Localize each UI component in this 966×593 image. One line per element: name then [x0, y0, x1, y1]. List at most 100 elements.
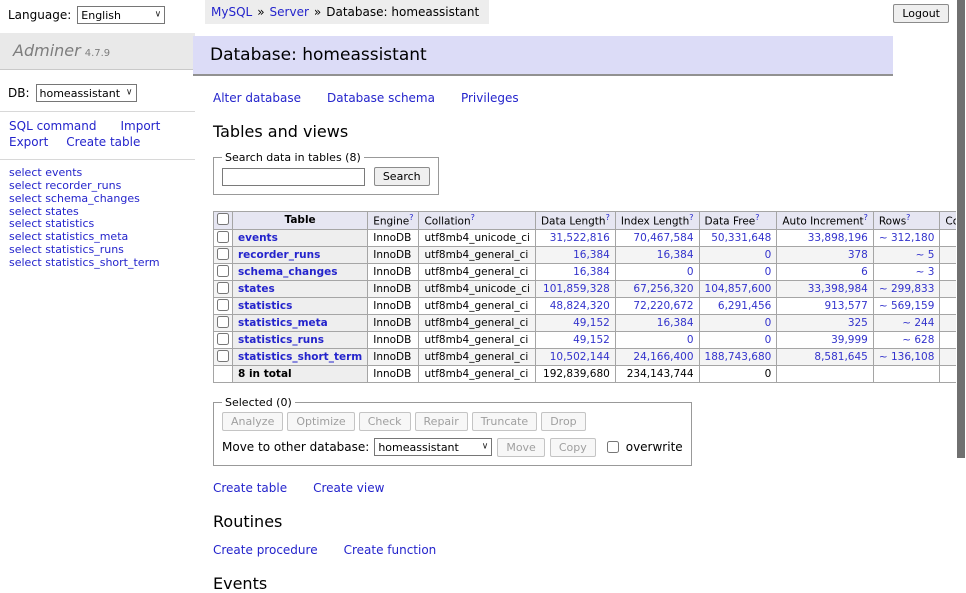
rows-count-link[interactable]: ~ 5	[916, 249, 935, 261]
table-name-link[interactable]: statistics_meta	[45, 230, 128, 243]
events-heading: Events	[213, 574, 912, 593]
table-link[interactable]: events	[238, 232, 278, 244]
data-length-cell: 16,384	[535, 246, 615, 263]
drop-button[interactable]: Drop	[541, 412, 585, 431]
table-link[interactable]: statistics_short_term	[238, 351, 362, 363]
create-function-link[interactable]: Create function	[344, 543, 437, 557]
rows-count-cell: ~ 628	[873, 331, 940, 348]
table-link[interactable]: schema_changes	[238, 266, 338, 278]
create-table-link[interactable]: Create table	[213, 481, 287, 495]
routine-links-row: Create procedure Create function	[213, 543, 912, 557]
table-name-link[interactable]: recorder_runs	[45, 179, 121, 192]
tables-and-views-heading: Tables and views	[213, 122, 912, 141]
table-link[interactable]: statistics_meta	[238, 317, 328, 329]
row-checkbox[interactable]	[217, 299, 229, 311]
select-link[interactable]: select	[9, 217, 42, 230]
help-link[interactable]: ?	[409, 213, 413, 222]
table-name-link[interactable]: statistics_runs	[45, 243, 124, 256]
table-name-link[interactable]: schema_changes	[45, 192, 140, 205]
breadcrumb-server-link[interactable]: Server	[270, 5, 309, 19]
import-link[interactable]: Import	[120, 119, 160, 133]
row-checkbox[interactable]	[217, 333, 229, 345]
table-link[interactable]: recorder_runs	[238, 249, 320, 261]
table-link[interactable]: statistics_runs	[238, 334, 324, 346]
sql-command-link[interactable]: SQL command	[9, 119, 96, 133]
sidebar-divider	[0, 159, 195, 160]
help-link[interactable]: ?	[606, 213, 610, 222]
help-link[interactable]: ?	[471, 213, 475, 222]
select-all-checkbox[interactable]	[217, 213, 229, 225]
table-row: statistics_short_term InnoDB utf8mb4_gen…	[214, 348, 966, 365]
engine-cell: InnoDB	[368, 280, 419, 297]
collation-cell: utf8mb4_unicode_ci	[419, 280, 535, 297]
help-link[interactable]: ?	[755, 213, 759, 222]
adminer-logo-link[interactable]: Adminer	[13, 41, 81, 60]
engine-cell: InnoDB	[368, 348, 419, 365]
optimize-button[interactable]: Optimize	[287, 412, 354, 431]
select-link[interactable]: select	[9, 243, 42, 256]
export-link[interactable]: Export	[9, 135, 48, 149]
analyze-button[interactable]: Analyze	[222, 412, 283, 431]
row-checkbox[interactable]	[217, 265, 229, 277]
copy-button[interactable]: Copy	[550, 438, 596, 457]
search-legend: Search data in tables (8)	[222, 151, 364, 164]
table-name-link[interactable]: states	[45, 205, 79, 218]
select-link[interactable]: select	[9, 256, 42, 269]
select-link[interactable]: select	[9, 166, 42, 179]
rows-count-link[interactable]: ~ 312,180	[879, 232, 935, 244]
select-link[interactable]: select	[9, 192, 42, 205]
rows-count-link[interactable]: ~ 244	[902, 317, 934, 329]
privileges-link[interactable]: Privileges	[461, 91, 519, 105]
table-link[interactable]: statistics	[238, 300, 292, 312]
row-checkbox[interactable]	[217, 248, 229, 260]
row-checkbox[interactable]	[217, 316, 229, 328]
data-length-cell: 31,522,816	[535, 229, 615, 246]
engine-cell: InnoDB	[368, 246, 419, 263]
search-input[interactable]	[222, 168, 365, 186]
row-checkbox-cell	[214, 263, 233, 280]
table-name-link[interactable]: statistics_short_term	[45, 256, 159, 269]
logout-button[interactable]: Logout	[893, 4, 949, 23]
rows-count-link[interactable]: ~ 136,108	[879, 351, 935, 363]
scrollbar-thumb[interactable]	[957, 0, 965, 458]
rows-count-link[interactable]: ~ 3	[916, 266, 935, 278]
table-name-cell: statistics_short_term	[233, 348, 368, 365]
row-checkbox[interactable]	[217, 350, 229, 362]
sidebar: Language: English Adminer4.7.9 DB: homea…	[0, 0, 195, 270]
index-length-cell: 72,220,672	[615, 297, 699, 314]
help-link[interactable]: ?	[864, 213, 868, 222]
select-link[interactable]: select	[9, 205, 42, 218]
table-name-link[interactable]: statistics	[45, 217, 94, 230]
help-link[interactable]: ?	[689, 213, 693, 222]
table-link[interactable]: states	[238, 283, 275, 295]
create-procedure-link[interactable]: Create procedure	[213, 543, 318, 557]
database-schema-link[interactable]: Database schema	[327, 91, 435, 105]
create-table-link-sidebar[interactable]: Create table	[66, 135, 140, 149]
truncate-button[interactable]: Truncate	[472, 412, 537, 431]
move-db-select[interactable]: homeassistant	[374, 438, 492, 456]
search-button[interactable]: Search	[374, 167, 430, 186]
auto-increment-cell: 33,398,984	[777, 280, 874, 297]
rows-count-link[interactable]: ~ 628	[902, 334, 934, 346]
col-header-label: Auto Increment	[782, 216, 863, 228]
row-checkbox[interactable]	[217, 231, 229, 243]
breadcrumb-mysql-link[interactable]: MySQL	[211, 5, 252, 19]
select-link[interactable]: select	[9, 179, 42, 192]
alter-database-link[interactable]: Alter database	[213, 91, 301, 105]
create-view-link[interactable]: Create view	[313, 481, 384, 495]
language-select[interactable]: English	[77, 6, 165, 24]
rows-count-cell: ~ 312,180	[873, 229, 940, 246]
col-header-data-length: Data Length?	[535, 212, 615, 230]
move-button[interactable]: Move	[497, 438, 545, 457]
overwrite-checkbox[interactable]	[607, 441, 619, 453]
db-select[interactable]: homeassistant	[36, 84, 137, 102]
check-button[interactable]: Check	[359, 412, 411, 431]
rows-count-link[interactable]: ~ 299,833	[879, 283, 935, 295]
table-name-link[interactable]: events	[45, 166, 82, 179]
help-link[interactable]: ?	[906, 213, 910, 222]
row-checkbox[interactable]	[217, 282, 229, 294]
select-link[interactable]: select	[9, 230, 42, 243]
rows-count-link[interactable]: ~ 569,159	[879, 300, 935, 312]
repair-button[interactable]: Repair	[415, 412, 468, 431]
table-name-cell: statistics_meta	[233, 314, 368, 331]
